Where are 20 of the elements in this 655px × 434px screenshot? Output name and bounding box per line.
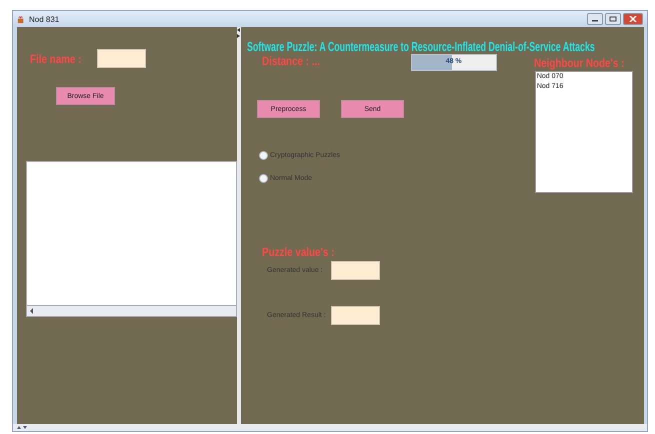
value-field[interactable]: [331, 261, 380, 280]
close-icon[interactable]: [629, 16, 637, 22]
radio-button[interactable]: [259, 174, 268, 183]
value-field[interactable]: [331, 306, 380, 325]
file-name-label: File name :: [30, 52, 82, 66]
app-title: Software Puzzle: A Countermeasure to Resource-Inflated Denial-of-Service Attacks: [247, 39, 595, 54]
neighbour-heading: Neighbour Node's :: [534, 56, 624, 70]
maximize-icon[interactable]: [609, 16, 617, 22]
collapse-arrows-icon[interactable]: [237, 28, 241, 38]
puzzle-heading: Puzzle value's :: [262, 245, 334, 259]
arrows-icon[interactable]: [17, 425, 27, 430]
maximize-button[interactable]: [605, 13, 621, 25]
horizontal-scrollbar[interactable]: [26, 305, 237, 317]
radio-button[interactable]: [259, 151, 268, 160]
window-title: Nod 831: [29, 14, 60, 24]
minimize-button[interactable]: [587, 13, 603, 25]
close-button[interactable]: [623, 13, 643, 25]
file-name-field[interactable]: [96, 49, 146, 68]
distance-label: Distance : ...: [262, 54, 320, 68]
scroll-left-icon[interactable]: [29, 307, 35, 315]
